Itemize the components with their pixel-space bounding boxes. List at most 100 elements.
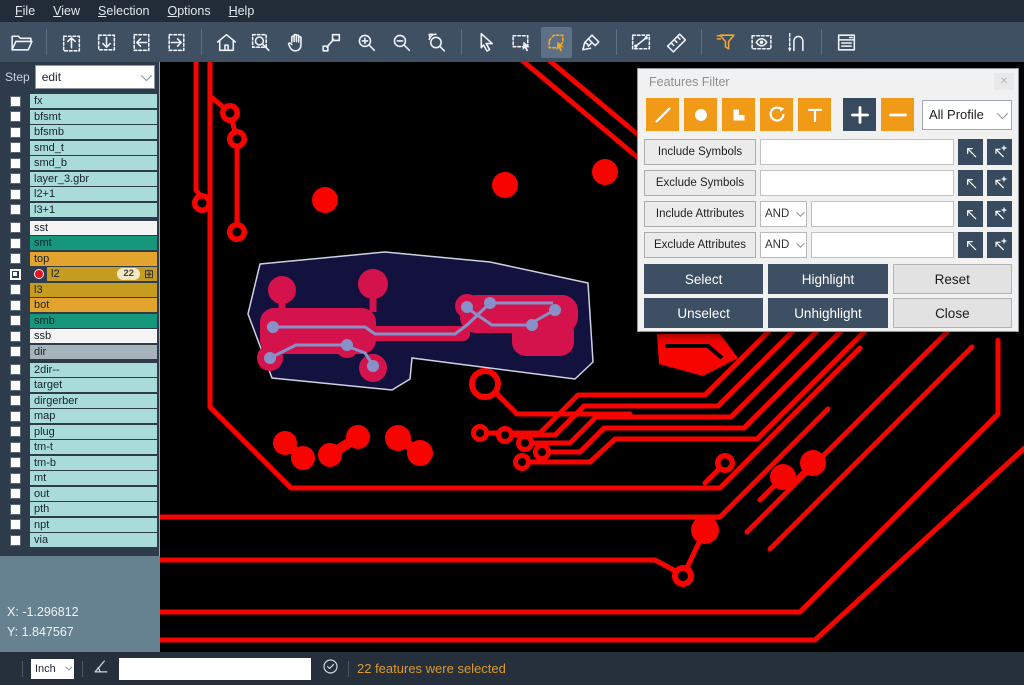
open-folder-button[interactable] [6, 27, 37, 58]
layer-label[interactable]: map [30, 409, 157, 423]
layer-label[interactable]: pth [30, 502, 157, 516]
select-button[interactable]: Select [644, 264, 763, 294]
layer-visibility-checkbox[interactable] [10, 127, 21, 138]
layer-visibility-checkbox[interactable] [10, 315, 21, 326]
view-features-button[interactable] [746, 27, 777, 58]
rect-select-button[interactable] [506, 27, 537, 58]
layer-row-l3+1[interactable]: l3+1 [0, 203, 159, 217]
grid-icon[interactable]: ⊞ [144, 268, 154, 280]
pan-button[interactable] [281, 27, 312, 58]
layer-label[interactable]: fx [30, 94, 157, 108]
exclude-attributes-operator-dropdown[interactable]: AND [760, 232, 807, 258]
layer-row-top[interactable]: top [0, 252, 159, 266]
layer-visibility-checkbox[interactable] [10, 488, 21, 499]
layer-row-sst[interactable]: sst [0, 221, 159, 235]
pick-add-symbol-button[interactable] [987, 170, 1012, 196]
layer-visibility-checkbox[interactable] [10, 238, 21, 249]
layer-row-smd_t[interactable]: smd_t [0, 141, 159, 155]
layer-visibility-checkbox[interactable] [10, 284, 21, 295]
layer-label[interactable]: tm-b [30, 456, 157, 470]
layer-label[interactable]: mt [30, 471, 157, 485]
units-dropdown[interactable]: Inch [31, 659, 74, 679]
layer-row-smd_b[interactable]: smd_b [0, 156, 159, 170]
refresh-check-icon[interactable] [321, 657, 340, 681]
layer-visibility-checkbox[interactable] [10, 395, 21, 406]
layer-visibility-checkbox[interactable] [10, 380, 21, 391]
menu-item-view[interactable]: View [44, 0, 89, 22]
measure-angle-icon[interactable] [91, 656, 111, 681]
layer-row-l3[interactable]: l3 [0, 283, 159, 297]
layer-row-bot[interactable]: bot [0, 298, 159, 312]
layer-label[interactable]: bot [30, 298, 157, 312]
layer-visibility-checkbox[interactable] [10, 331, 21, 342]
layer-label[interactable]: smb [30, 314, 157, 328]
layer-row-npt[interactable]: npt [0, 518, 159, 532]
zoom-area-button[interactable] [246, 27, 277, 58]
layer-row-fx[interactable]: fx [0, 94, 159, 108]
pick-add-symbol-button[interactable] [987, 139, 1012, 165]
layer-visibility-checkbox[interactable] [10, 457, 21, 468]
move-left-button[interactable] [126, 27, 157, 58]
zoom-in-button[interactable] [351, 27, 382, 58]
layer-row-2dir--[interactable]: 2dir-- [0, 363, 159, 377]
layer-label[interactable]: dir [30, 345, 157, 359]
pick-attribute-button[interactable] [958, 232, 983, 258]
layer-row-out[interactable]: out [0, 487, 159, 501]
layer-label[interactable]: l3+1 [30, 203, 157, 217]
layer-visibility-checkbox[interactable] [10, 346, 21, 357]
filter-type-arc-button[interactable] [760, 98, 793, 131]
exclude-symbols-input[interactable] [760, 170, 954, 196]
layer-row-smt[interactable]: smt [0, 236, 159, 250]
pick-attribute-button[interactable] [958, 201, 983, 227]
layer-row-ssb[interactable]: ssb [0, 329, 159, 343]
layer-row-mt[interactable]: mt [0, 471, 159, 485]
layer-label[interactable]: smd_t [30, 141, 157, 155]
layer-row-tm-t[interactable]: tm-t [0, 440, 159, 454]
filter-type-text-button[interactable] [798, 98, 831, 131]
layer-visibility-checkbox[interactable] [10, 364, 21, 375]
highlight-button[interactable]: Highlight [768, 264, 887, 294]
layer-visibility-checkbox[interactable] [10, 158, 21, 169]
include-symbols-input[interactable] [760, 139, 954, 165]
layer-label[interactable]: layer_3.gbr [30, 172, 157, 186]
layer-label[interactable]: l2+1 [30, 187, 157, 201]
layer-row-bfsmt[interactable]: bfsmt [0, 110, 159, 124]
layer-visibility-checkbox[interactable] [10, 504, 21, 515]
layer-row-bfsmb[interactable]: bfsmb [0, 125, 159, 139]
ruler-button[interactable] [661, 27, 692, 58]
move-right-button[interactable] [161, 27, 192, 58]
layer-label[interactable]: bfsmb [30, 125, 157, 139]
layer-label[interactable]: l222⊞ [47, 267, 157, 281]
filter-type-pad-button[interactable] [684, 98, 717, 131]
exclude-symbols-button[interactable]: Exclude Symbols [644, 170, 756, 196]
layer-label[interactable]: smt [30, 236, 157, 250]
layer-row-dir[interactable]: dir [0, 345, 159, 359]
measure-line-button[interactable] [626, 27, 657, 58]
layer-label[interactable]: sst [30, 221, 157, 235]
include-attributes-input[interactable] [811, 201, 954, 227]
layer-visibility-checkbox[interactable] [10, 253, 21, 264]
zoom-window-button[interactable] [316, 27, 347, 58]
exclude-attributes-input[interactable] [811, 232, 954, 258]
layer-visibility-checkbox[interactable] [10, 96, 21, 107]
pick-add-attribute-button[interactable] [987, 232, 1012, 258]
close-button[interactable]: Close [893, 298, 1012, 328]
layer-label[interactable]: l3 [30, 283, 157, 297]
layer-visibility-checkbox[interactable] [10, 142, 21, 153]
layer-visibility-checkbox[interactable] [10, 204, 21, 215]
clear-brush-button[interactable] [576, 27, 607, 58]
snap-loop-button[interactable] [781, 27, 812, 58]
features-filter-button[interactable] [711, 27, 742, 58]
layer-label[interactable]: plug [30, 425, 157, 439]
layer-visibility-checkbox[interactable] [10, 473, 21, 484]
reset-button[interactable]: Reset [893, 264, 1012, 294]
close-icon[interactable]: ✕ [994, 73, 1014, 90]
filter-type-line-button[interactable] [646, 98, 679, 131]
layer-visibility-checkbox[interactable] [10, 442, 21, 453]
menu-item-selection[interactable]: Selection [89, 0, 158, 22]
unhighlight-button[interactable]: Unhighlight [768, 298, 887, 328]
menu-item-help[interactable]: Help [220, 0, 264, 22]
layer-row-dirgerber[interactable]: dirgerber [0, 394, 159, 408]
layer-row-l2[interactable]: l222⊞ [0, 267, 159, 281]
exclude-attributes-button[interactable]: Exclude Attributes [644, 232, 756, 258]
